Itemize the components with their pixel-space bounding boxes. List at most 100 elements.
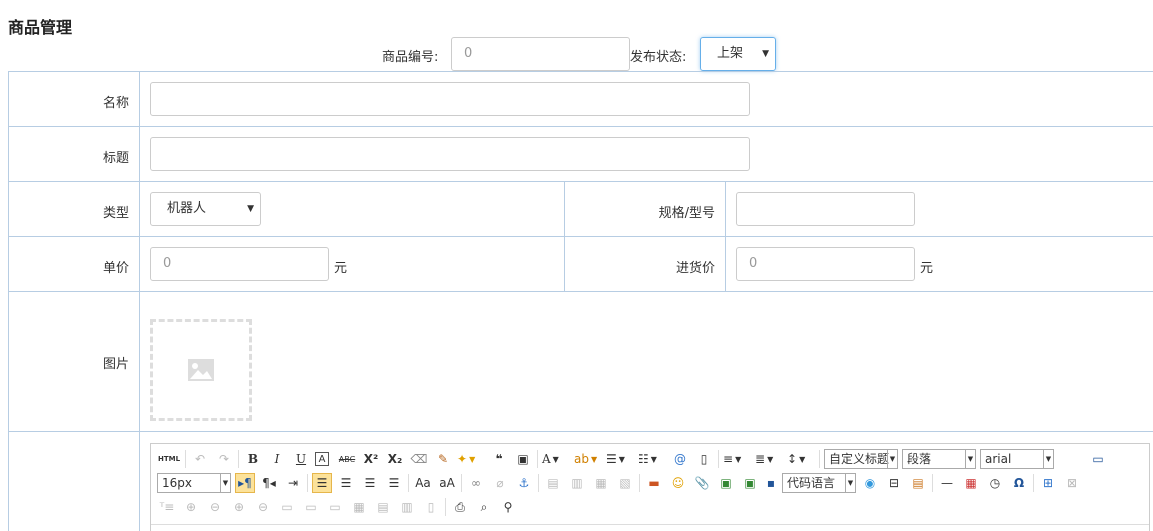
code-language-select[interactable]: 代码语言 ▼ [782,473,856,493]
insert-table-icon[interactable]: ⊞ [1038,473,1058,493]
type-select[interactable]: 机器人 ▼ [150,192,261,226]
title-label: 标题 [102,151,129,166]
superscript-icon[interactable]: X² [361,449,381,469]
background-color-icon[interactable]: ab ▼ [574,449,602,469]
price-input[interactable]: 0 [150,247,329,281]
auto-format-icon[interactable]: ✦ ▼ [457,449,485,469]
image-upload-placeholder[interactable] [150,319,252,421]
map-icon[interactable]: ▣ [716,473,736,493]
undo-icon[interactable]: ↶ [190,449,210,469]
title-input[interactable] [150,137,750,171]
search-replace-icon[interactable]: ⚲ [498,497,518,517]
page-break-icon[interactable]: ⊟ [884,473,904,493]
unlink-icon[interactable]: ⌀ [490,473,510,493]
bold-icon[interactable]: B [243,449,263,469]
align-left-icon[interactable]: ☰ [312,473,332,493]
editor-toolbar: HTML ↶ ↷ B I U A ABC X² X₂ ⌫ ✎ ✦ ▼ ❝ ▣ A ▼… [151,444,1149,524]
preview-icon[interactable]: ⌕ [474,497,494,517]
underline-icon[interactable]: U [291,449,311,469]
font-color-icon[interactable]: A ▼ [542,449,570,469]
paste-plain-icon[interactable]: ▣ [513,449,533,469]
link-icon[interactable]: ∞ [466,473,486,493]
align-center-icon[interactable]: ☰ [336,473,356,493]
html-source-button[interactable]: HTML [157,449,181,469]
redo-icon[interactable]: ↷ [214,449,234,469]
ordered-list-icon[interactable]: ☰ ▼ [606,449,634,469]
name-input[interactable] [150,82,750,116]
image-none-icon[interactable]: ▤ [543,473,563,493]
horizontal-rule-icon[interactable]: — [937,473,957,493]
attachment-icon[interactable]: 📎 [692,473,712,493]
row-spacing-top-icon[interactable]: ≡ ▼ [723,449,751,469]
format-painter-icon[interactable]: ✎ [433,449,453,469]
cost-input[interactable]: 0 [736,247,915,281]
time-icon[interactable]: ◷ [985,473,1005,493]
font-size-select[interactable]: 16px ▼ [157,473,231,493]
custom-title-select[interactable]: 自定义标题 ▼ [824,449,898,469]
toolbar-separator [537,450,538,468]
price-unit: 元 [334,261,348,276]
ltr-direction-icon[interactable]: ▸¶ [235,473,255,493]
toolbar-separator [639,474,640,492]
special-char-icon[interactable]: Ω [1009,473,1029,493]
fullscreen-icon[interactable]: ▭ [1088,449,1108,469]
align-right-icon[interactable]: ☰ [360,473,380,493]
row-spacing-bottom-icon[interactable]: ≣ ▼ [755,449,783,469]
delete-row-icon[interactable]: ⊖ [205,497,225,517]
rich-text-editor: HTML ↶ ↷ B I U A ABC X² X₂ ⌫ ✎ ✦ ▼ ❝ ▣ A ▼… [150,443,1150,531]
spec-input[interactable] [736,192,915,226]
col-divider [564,181,565,291]
emoticon-icon[interactable]: ☺ [668,473,688,493]
blockquote-icon[interactable]: ❝ [489,449,509,469]
image-center-icon[interactable]: ▧ [615,473,635,493]
split-rows-icon[interactable]: ▤ [373,497,393,517]
web-icon[interactable]: ◉ [860,473,880,493]
row-divider [9,236,1153,237]
status-select[interactable]: 上架 ▼ [700,37,776,71]
eraser-icon[interactable]: ⌫ [409,449,429,469]
font-family-select[interactable]: arial ▼ [980,449,1054,469]
font-border-icon[interactable]: A [315,452,329,466]
merge-right-icon[interactable]: ▭ [301,497,321,517]
line-height-icon[interactable]: ↕ ▼ [787,449,815,469]
align-justify-icon[interactable]: ☰ [384,473,404,493]
toolbar-separator [819,450,820,468]
date-icon[interactable]: ▦ [961,473,981,493]
strikethrough-icon[interactable]: ABC [337,449,357,469]
template-icon[interactable]: ▤ [908,473,928,493]
subscript-icon[interactable]: X₂ [385,449,405,469]
split-cols-icon[interactable]: ▥ [397,497,417,517]
image-right-icon[interactable]: ▦ [591,473,611,493]
image-label: 图片 [102,357,129,372]
page-title: 商品管理 [8,18,73,37]
insert-frame-icon[interactable]: ▣ [740,473,760,493]
insert-row-icon[interactable]: ⊕ [181,497,201,517]
merge-cells-icon[interactable]: ▭ [277,497,297,517]
image-left-icon[interactable]: ▥ [567,473,587,493]
print-icon[interactable]: ⎙ [450,497,470,517]
delete-col-icon[interactable]: ⊖ [253,497,273,517]
indent-icon[interactable]: ⇥ [283,473,303,493]
anchor-icon[interactable]: ⚓ [514,473,534,493]
select-all-icon[interactable]: @ [670,449,690,469]
rtl-direction-icon[interactable]: ¶◂ [259,473,279,493]
paragraph-select[interactable]: 段落 ▼ [902,449,976,469]
unordered-list-icon[interactable]: ☷ ▼ [638,449,666,469]
split-cells-icon[interactable]: ▦ [349,497,369,517]
insert-image-icon[interactable]: ▬ [644,473,664,493]
merge-down-icon[interactable]: ▭ [325,497,345,517]
code-icon[interactable]: ▪ [764,473,778,493]
font-size-value: 16px [162,476,192,490]
clear-doc-icon[interactable]: ▯ [694,449,714,469]
product-form: 名称 标题 类型 机器人 ▼ 规格/型号 单价 0 元 进货价 0 元 图片 H… [8,71,1153,531]
lowercase-icon[interactable]: aA [437,473,457,493]
product-no-input[interactable]: 0 [451,37,630,71]
chart-icon[interactable]: ▯ [421,497,441,517]
editor-content-area[interactable] [151,524,1149,531]
uppercase-icon[interactable]: Aa [413,473,433,493]
type-select-value: 机器人 [167,201,207,216]
insert-col-icon[interactable]: ⊕ [229,497,249,517]
delete-table-icon[interactable]: ⊠ [1062,473,1082,493]
insert-paragraph-before-table-icon[interactable]: ᵀ≡ [157,497,177,517]
italic-icon[interactable]: I [267,449,287,469]
